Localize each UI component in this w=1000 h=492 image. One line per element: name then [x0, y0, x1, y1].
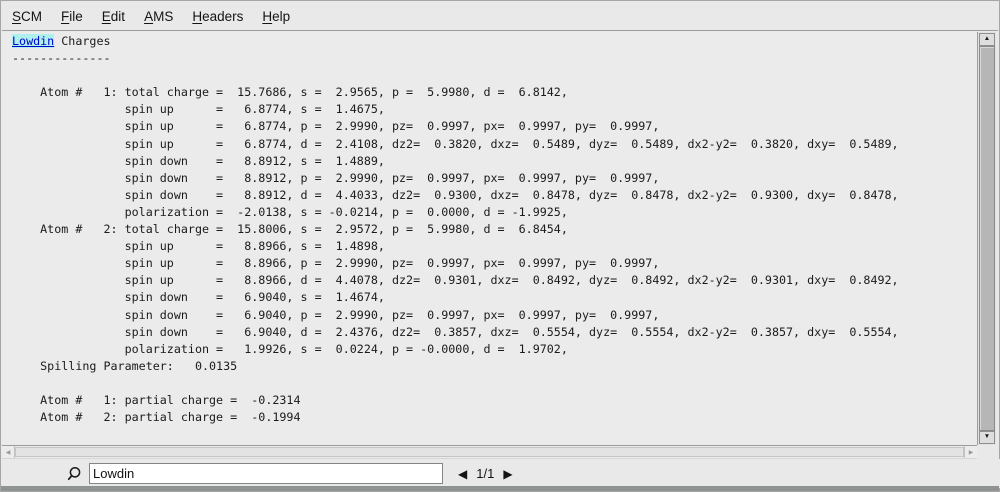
menu-help[interactable]: Help: [259, 8, 293, 25]
output-first-line: Lowdin Charges: [2, 32, 978, 50]
horizontal-scrollbar-thumb[interactable]: [15, 447, 964, 457]
search-match-highlight: Lowdin: [12, 34, 55, 48]
scroll-left-button[interactable]: ◀: [2, 446, 15, 458]
menu-ams[interactable]: AMS: [141, 8, 176, 25]
vertical-scrollbar-thumb[interactable]: [979, 46, 995, 431]
search-bar: ◀ 1/1 ▶: [2, 459, 1000, 488]
output-view[interactable]: Lowdin Charges -------------- Atom # 1: …: [2, 32, 978, 445]
previous-match-button[interactable]: ◀: [458, 468, 467, 480]
menu-headers[interactable]: Headers: [189, 8, 246, 25]
scroll-up-button[interactable]: ▲: [979, 33, 995, 46]
up-arrow-icon: ▲: [983, 35, 991, 43]
next-match-button[interactable]: ▶: [503, 468, 512, 480]
vertical-scrollbar[interactable]: ▲ ▼: [977, 32, 996, 445]
scroll-down-button[interactable]: ▼: [979, 431, 995, 444]
search-icon: [67, 466, 81, 480]
down-arrow-icon: ▼: [983, 433, 991, 441]
output-first-line-rest: Charges: [54, 34, 111, 48]
menu-scm[interactable]: SCM: [9, 8, 45, 25]
match-counter: 1/1: [476, 466, 495, 481]
scroll-right-button[interactable]: ▶: [964, 446, 977, 458]
output-window: SCM File Edit AMS Headers Help Lowdin Charges…: [0, 0, 1000, 492]
output-text: -------------- Atom # 1: total charge = …: [12, 51, 899, 425]
menu-file[interactable]: File: [58, 8, 86, 25]
menu-edit[interactable]: Edit: [99, 8, 128, 25]
window-bottom-frame: [1, 486, 999, 491]
horizontal-scrollbar[interactable]: ◀ ▶: [2, 445, 977, 459]
right-arrow-icon: ▶: [968, 449, 974, 456]
menubar: SCM File Edit AMS Headers Help: [2, 2, 998, 31]
left-arrow-icon: ◀: [5, 449, 11, 456]
search-input[interactable]: [89, 463, 443, 484]
